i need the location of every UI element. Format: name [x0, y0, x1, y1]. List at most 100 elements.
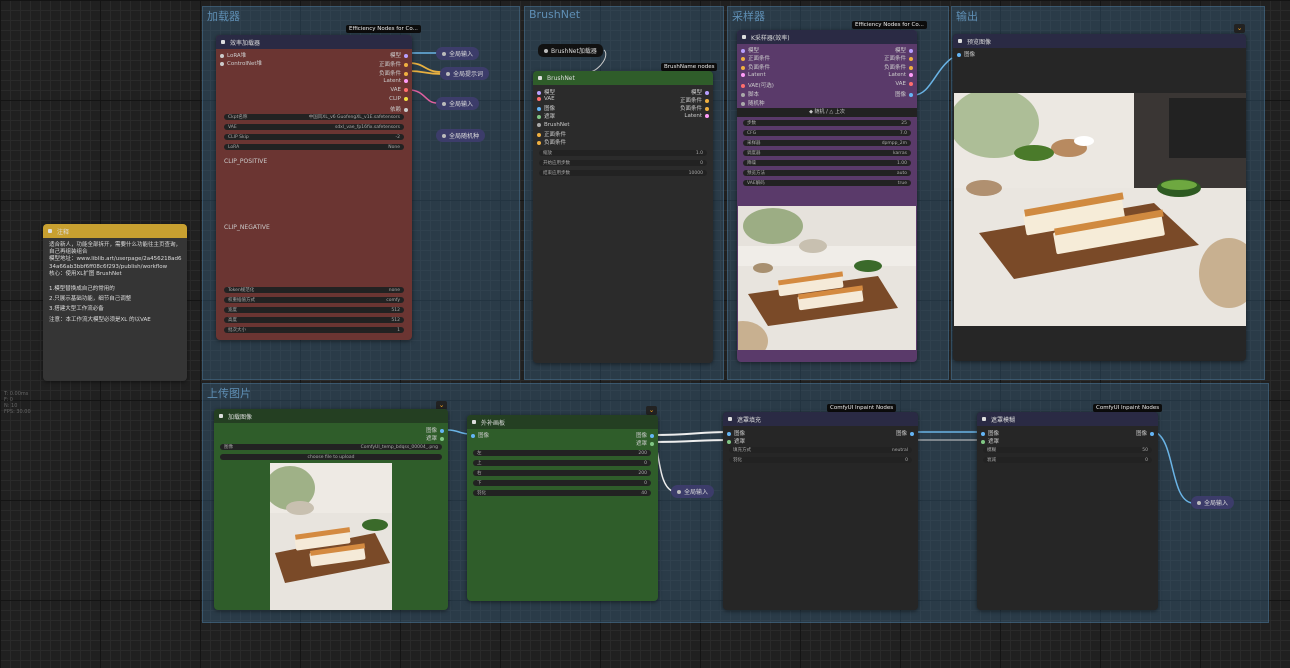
blur-masked-node[interactable]: 遮罩模糊 图像 遮罩 图像 模糊 50 衰减 0	[977, 412, 1158, 610]
output-vae[interactable]: VAE	[390, 87, 408, 93]
note-text[interactable]: 适合新人，功能全部拆开，需要什么功能往主页查询，自己再组装组合 模型地址：www…	[49, 242, 183, 324]
widget-top[interactable]: 上0	[473, 460, 651, 466]
input-mask[interactable]: 遮罩	[981, 437, 999, 445]
output-latent[interactable]: Latent	[383, 78, 408, 84]
widget-clip-skip[interactable]: CLIP Skip -2	[224, 134, 404, 140]
widget-cfg[interactable]: CFG 7.0	[743, 130, 911, 136]
input-image[interactable]: 图像	[537, 104, 555, 112]
output-negative[interactable]: 负面条件	[884, 63, 913, 71]
fill-masked-node[interactable]: 遮罩填充 图像 遮罩 图像 填充方式 neutral 羽化 0	[723, 412, 918, 610]
input-script[interactable]: 脚本	[741, 90, 759, 98]
widget-image-select[interactable]: 图像 ComfyUI_temp_bdqss_00004_.png	[220, 444, 442, 450]
node-collapse-icon[interactable]: ⌄	[646, 406, 657, 415]
node-collapse-icon[interactable]: ⌄	[1234, 24, 1245, 33]
positive-prompt-box[interactable]: CLIP_POSITIVE	[224, 158, 267, 165]
widget-vae-decode[interactable]: VAE解码 true	[743, 180, 911, 186]
widget-height[interactable]: 高度 512	[224, 317, 404, 323]
upload-button[interactable]: choose file to upload	[220, 454, 442, 460]
seed-control-button[interactable]: ◆ 随机 / △ 上次	[737, 108, 917, 117]
widget-scale[interactable]: 缩放 1.0	[539, 150, 707, 156]
node-header[interactable]: 遮罩模糊	[977, 412, 1158, 426]
node-header[interactable]: 效率加载器	[216, 35, 412, 49]
widget-bottom[interactable]: 下0	[473, 480, 651, 486]
widget-end-step[interactable]: 结束应用步数 10000	[539, 170, 707, 176]
input-image[interactable]: 图像	[471, 431, 489, 439]
node-header[interactable]: 预览图像	[953, 34, 1246, 48]
output-latent[interactable]: Latent	[684, 113, 709, 119]
output-image[interactable]: 图像	[895, 90, 913, 98]
widget-token-norm[interactable]: Token规范化 none	[224, 287, 404, 293]
input-vae-optional[interactable]: VAE(可选)	[741, 81, 774, 89]
node-header[interactable]: 外补画板	[467, 415, 658, 429]
output-positive[interactable]: 正面条件	[884, 54, 913, 62]
node-header[interactable]: K采样器(效率)	[737, 30, 917, 44]
input-mask[interactable]: 遮罩	[537, 112, 555, 120]
input-brushnet[interactable]: BrushNet	[537, 122, 570, 128]
node-header[interactable]: BrushNet	[533, 71, 713, 85]
widget-steps[interactable]: 步数 25	[743, 120, 911, 126]
input-latent[interactable]: Latent	[741, 72, 766, 78]
input-image[interactable]: 图像	[957, 50, 975, 58]
widget-feathering[interactable]: 羽化 40	[473, 490, 651, 496]
input-positive[interactable]: 正面条件	[741, 54, 770, 62]
widget-batch-size[interactable]: 批次大小 1	[224, 327, 404, 333]
widget-width[interactable]: 宽度 512	[224, 307, 404, 313]
input-seed[interactable]: 随机种	[741, 99, 765, 107]
widget-start-step[interactable]: 开始应用步数 0	[539, 160, 707, 166]
note-header[interactable]: 注释	[43, 224, 187, 238]
global-input-pill[interactable]: 全局输入	[436, 97, 480, 110]
output-image[interactable]: 图像	[426, 426, 444, 434]
widget-ckpt[interactable]: Ckpt名称 中国风XL_v6 GuofengXL_v1E.safetensors	[224, 114, 404, 120]
widget-right[interactable]: 右 200	[473, 470, 651, 476]
pad-outpaint-node[interactable]: 外补画板 图像 图像 遮罩 左 200 上0 右 200 下0 羽化 40	[467, 415, 658, 601]
output-model[interactable]: 模型	[691, 88, 709, 96]
input-negative[interactable]: 负面条件	[741, 63, 770, 71]
global-input-pill[interactable]: 全局输入	[671, 485, 715, 498]
widget-vae[interactable]: VAE sdxl_vae_fp16fix.safetensors	[224, 124, 404, 130]
widget-denoise[interactable]: 降噪 1.00	[743, 160, 911, 166]
widget-fill-mode[interactable]: 填充方式 neutral	[729, 447, 912, 453]
input-image[interactable]: 图像	[981, 429, 999, 437]
input-negative[interactable]: 负面条件	[537, 138, 566, 146]
output-positive[interactable]: 正面条件	[379, 60, 408, 68]
preview-image-node[interactable]: 预览图像 图像	[953, 34, 1246, 361]
input-image[interactable]: 图像	[727, 429, 745, 437]
global-input-pill[interactable]: 全局输入	[1191, 496, 1235, 509]
input-vae[interactable]: VAE	[537, 96, 555, 102]
output-deps[interactable]: 依赖	[390, 105, 408, 113]
widget-weight-interp[interactable]: 权重插值方式 comfy	[224, 297, 404, 303]
load-image-node[interactable]: 加载图像 图像 遮罩 图像 ComfyUI_temp_bdqss_00004_.p…	[214, 409, 448, 610]
efficient-loader-node[interactable]: 效率加载器 LoRA堆 ControlNet堆 模型 正面条件 负面条件 Lat…	[216, 35, 412, 340]
node-header[interactable]: 遮罩填充	[723, 412, 918, 426]
widget-left[interactable]: 左 200	[473, 450, 651, 456]
brushnet-node[interactable]: BrushNet 模型 VAE 图像 遮罩 BrushNet 正面条件 负面条件…	[533, 71, 713, 363]
output-model[interactable]: 模型	[390, 51, 408, 59]
input-lora-stack[interactable]: LoRA堆	[220, 51, 246, 59]
output-image[interactable]: 图像	[636, 431, 654, 439]
note-node[interactable]: 注释 适合新人，功能全部拆开，需要什么功能往主页查询，自己再组装组合 模型地址：…	[43, 224, 187, 381]
node-header[interactable]: 加载图像	[214, 409, 448, 423]
global-input-pill[interactable]: 全局输入	[436, 47, 480, 60]
output-negative[interactable]: 负面条件	[680, 104, 709, 112]
global-seed-pill[interactable]: 全局随机种	[436, 129, 486, 142]
output-image[interactable]: 图像	[1136, 429, 1154, 437]
negative-prompt-box[interactable]: CLIP_NEGATIVE	[224, 224, 270, 231]
output-mask[interactable]: 遮罩	[636, 439, 654, 447]
output-latent[interactable]: Latent	[888, 72, 913, 78]
output-mask[interactable]: 遮罩	[426, 434, 444, 442]
widget-preview-method[interactable]: 预览方法 auto	[743, 170, 911, 176]
output-image[interactable]: 图像	[896, 429, 914, 437]
output-negative[interactable]: 负面条件	[379, 69, 408, 77]
output-clip[interactable]: CLIP	[389, 96, 408, 102]
ksampler-node[interactable]: K采样器(效率) 模型 正面条件 负面条件 Latent VAE(可选) 脚本 …	[737, 30, 917, 362]
input-mask[interactable]: 遮罩	[727, 437, 745, 445]
brushnet-loader-node[interactable]: BrushNet加载器	[538, 44, 603, 57]
output-model[interactable]: 模型	[895, 46, 913, 54]
widget-fill-feather[interactable]: 羽化 0	[729, 457, 912, 463]
input-model[interactable]: 模型	[741, 46, 759, 54]
widget-lora[interactable]: LoRA None	[224, 144, 404, 150]
widget-sampler[interactable]: 采样器 dpmpp_2m	[743, 140, 911, 146]
input-positive[interactable]: 正面条件	[537, 130, 566, 138]
global-prompt-pill[interactable]: 全局提示词	[440, 67, 490, 80]
input-controlnet-stack[interactable]: ControlNet堆	[220, 59, 262, 67]
